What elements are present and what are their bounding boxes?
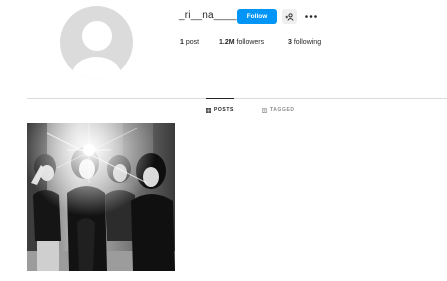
followers-count-label: followers (236, 39, 265, 46)
following-count-label: following (293, 39, 322, 46)
profile-avatar[interactable] (60, 6, 133, 79)
more-options-button[interactable] (304, 9, 318, 24)
followers-count[interactable]: 1.2M followers (219, 39, 264, 46)
avatar-head-shape (82, 21, 112, 51)
posts-count: 1 post (180, 39, 199, 46)
profile-page: _ri__na____ Follow 1 post 1.2M followers… (0, 0, 447, 281)
tab-tagged-label: TAGGED (270, 107, 295, 113)
tagged-icon (262, 107, 267, 113)
following-count-value: 3 (288, 39, 292, 46)
post-photo (27, 123, 175, 271)
posts-count-label: post (185, 39, 200, 46)
grid-icon (206, 107, 211, 113)
follow-button[interactable]: Follow (237, 9, 277, 24)
tab-tagged[interactable]: TAGGED (262, 107, 295, 113)
following-count[interactable]: 3 following (288, 39, 321, 46)
followers-count-value: 1.2M (219, 39, 235, 46)
username: _ri__na____ (179, 10, 237, 21)
active-tab-indicator (206, 98, 234, 99)
profile-divider (27, 98, 447, 99)
post-thumbnail[interactable] (27, 123, 175, 271)
more-horizontal-icon (305, 15, 317, 18)
tab-posts-label: POSTS (214, 107, 234, 113)
suggested-accounts-button[interactable] (282, 9, 297, 24)
avatar-body-shape (71, 57, 122, 79)
tab-posts[interactable]: POSTS (206, 107, 234, 113)
posts-count-value: 1 (180, 39, 184, 46)
person-add-icon (285, 12, 294, 21)
